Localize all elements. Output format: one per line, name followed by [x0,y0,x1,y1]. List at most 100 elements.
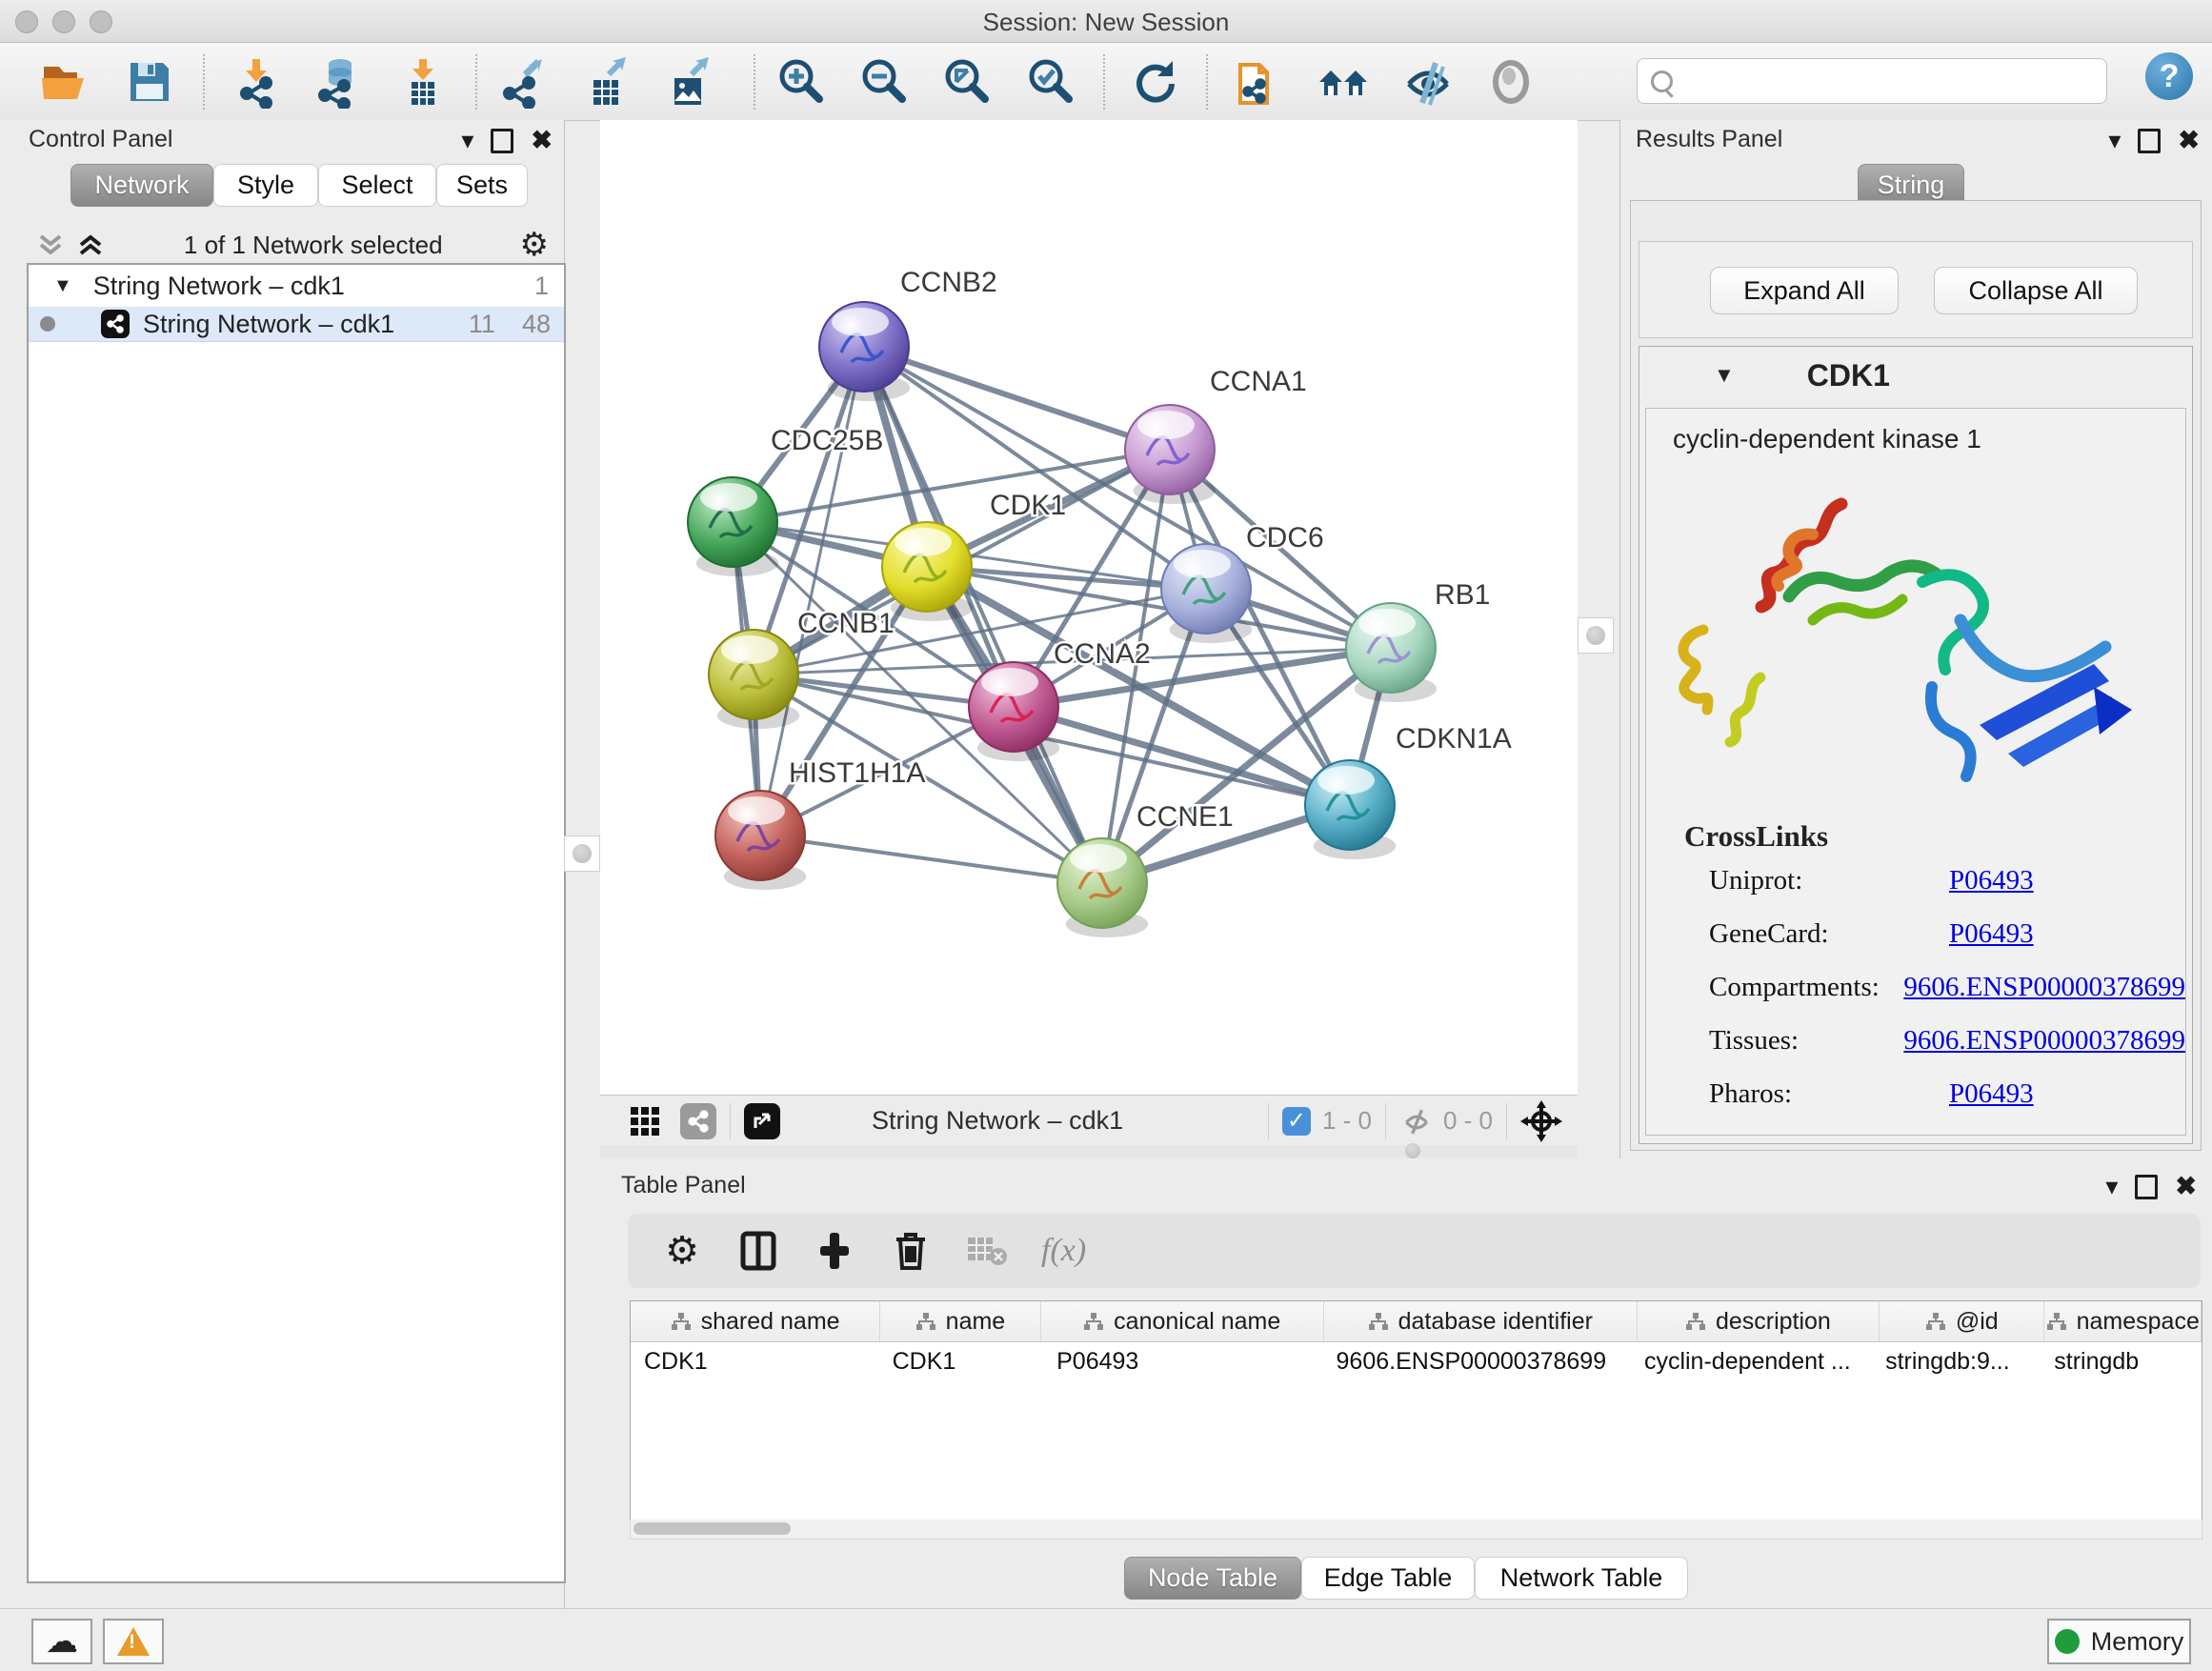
tab-node-table[interactable]: Node Table [1124,1557,1301,1600]
column-header[interactable]: name [880,1301,1040,1341]
table-cell[interactable]: CDK1 [631,1341,879,1381]
tree-expand-icon[interactable]: ▼ [53,275,72,297]
network-badge-icon[interactable] [680,1103,716,1139]
cloud-button[interactable]: ☁ [31,1619,92,1664]
collapse-all-button[interactable]: Collapse All [1934,267,2138,314]
columns-icon[interactable] [736,1229,780,1273]
network-node[interactable]: CDKN1A [1305,723,1512,859]
tab-style[interactable]: Style [213,164,318,207]
section-collapse-icon[interactable]: ▼ [1714,363,1735,388]
collapse-panel-icon[interactable]: ▾ [2105,1172,2118,1201]
crosslink-row: Tissues:9606.ENSP00000378699 [1646,1025,2185,1069]
eye-gray-icon[interactable] [1480,51,1541,112]
float-panel-icon[interactable] [491,129,513,153]
column-header[interactable]: shared name [631,1301,880,1341]
import-network-icon[interactable] [228,51,289,112]
tab-select[interactable]: Select [318,164,436,207]
warning-icon [117,1627,150,1656]
scrollbar-thumb[interactable] [633,1522,791,1535]
column-header[interactable]: canonical name [1041,1301,1324,1341]
left-splitter-handle[interactable] [564,836,600,872]
layout-refresh-icon[interactable] [1125,51,1186,112]
network-node[interactable]: CDC6 [1161,522,1324,643]
column-header[interactable]: namespace [2044,1301,2202,1341]
right-splitter-handle[interactable] [1578,617,1614,654]
horizontal-splitter[interactable] [600,1145,1578,1158]
tab-sets[interactable]: Sets [436,164,528,207]
export-image-icon[interactable] [659,51,720,112]
table-horizontal-scrollbar[interactable] [630,1520,2202,1540]
import-table-icon[interactable] [392,51,453,112]
table-cell[interactable]: stringdb:9... [1872,1341,2041,1381]
collapse-panel-icon[interactable]: ▾ [2108,126,2121,155]
network-node-label: CCNB1 [797,608,895,639]
import-database-icon[interactable] [308,51,369,112]
tab-network-table[interactable]: Network Table [1475,1557,1688,1600]
network-node[interactable]: CCNE1 [1057,801,1234,937]
network-view[interactable]: CCNB2CCNA1CDC25BCDK1CDC6RB1CCNB1CCNA2CDK… [600,120,1578,1095]
birds-eye-toggle-icon[interactable] [1520,1100,1562,1142]
search-input[interactable] [1682,66,2097,97]
table-cell[interactable]: cyclin-dependent ... [1631,1341,1872,1381]
function-builder-icon[interactable]: f(x) [1041,1229,1086,1273]
network-collection-row[interactable]: ▼ String Network – cdk1 1 [29,269,564,303]
open-folder-icon[interactable] [34,51,95,112]
crosslink-link[interactable]: P06493 [1949,918,2034,962]
houses-icon[interactable] [1314,51,1375,112]
add-column-icon[interactable] [813,1229,856,1273]
table-cell[interactable]: P06493 [1043,1341,1322,1381]
crosslink-link[interactable]: 9606.ENSP00000378699 [1903,1025,2185,1069]
memory-button[interactable]: Memory [2047,1619,2191,1664]
delete-table-icon[interactable] [965,1229,1009,1273]
collapse-all-icon[interactable] [34,231,67,259]
collapse-panel-icon[interactable]: ▾ [461,126,473,155]
table-cell[interactable]: stringdb [2041,1341,2202,1381]
close-panel-icon[interactable]: ✖ [2175,1172,2197,1201]
tab-network[interactable]: Network [70,164,213,207]
float-panel-icon[interactable] [2138,129,2161,153]
column-header[interactable]: database identifier [1324,1301,1638,1341]
export-table-icon[interactable] [576,51,637,112]
crosslink-label: Tissues: [1709,1025,1903,1069]
tab-edge-table[interactable]: Edge Table [1301,1557,1475,1600]
zoom-in-icon[interactable] [770,51,831,112]
gear-icon[interactable]: ⚙ [520,226,549,264]
column-header[interactable]: description [1638,1301,1880,1341]
table-cell[interactable]: CDK1 [879,1341,1044,1381]
network-from-file-icon[interactable] [1229,51,1290,112]
expand-all-button[interactable]: Expand All [1710,267,1899,314]
crosslink-link[interactable]: P06493 [1949,1078,2034,1122]
save-icon[interactable] [119,51,180,112]
export-network-icon[interactable] [493,51,553,112]
crosslink-link[interactable]: P06493 [1949,865,2034,909]
node-count: 11 [469,310,495,339]
close-panel-icon[interactable]: ✖ [531,126,553,155]
table-cell[interactable]: 9606.ENSP00000378699 [1323,1341,1631,1381]
table-row[interactable]: CDK1CDK1P064939606.ENSP00000378699cyclin… [631,1341,2202,1381]
network-row[interactable]: String Network – cdk1 11 48 [29,307,564,342]
network-edge[interactable] [760,836,1102,883]
network-node[interactable]: CCNA1 [1125,366,1307,504]
float-panel-icon[interactable] [2135,1175,2158,1199]
search-field[interactable] [1637,58,2107,104]
selected-checkbox[interactable]: ✓ [1282,1107,1311,1136]
gear-icon[interactable]: ⚙ [660,1229,704,1273]
column-header[interactable]: @id [1880,1301,2044,1341]
zoom-fit-icon[interactable] [935,51,996,112]
crosslink-link[interactable]: 9606.ENSP00000378699 [1903,972,2185,1016]
warning-button[interactable] [103,1619,164,1664]
gene-section-header[interactable]: ▼ CDK1 [1639,347,2192,404]
close-panel-icon[interactable]: ✖ [2178,126,2200,155]
network-node[interactable]: RB1 [1346,579,1490,702]
zoom-out-icon[interactable] [853,51,914,112]
zoom-selected-icon[interactable] [1019,51,1080,112]
help-icon[interactable]: ? [2145,52,2193,100]
crosslink-label: Compartments: [1709,972,1903,1016]
open-external-icon[interactable] [744,1103,780,1139]
grid-view-icon[interactable] [627,1103,663,1139]
eye-slash-icon[interactable] [1398,51,1458,112]
expand-all-icon[interactable] [74,231,107,259]
network-node[interactable]: HIST1H1A [715,757,925,890]
network-status-dot [40,316,55,332]
delete-column-icon[interactable] [889,1229,933,1273]
